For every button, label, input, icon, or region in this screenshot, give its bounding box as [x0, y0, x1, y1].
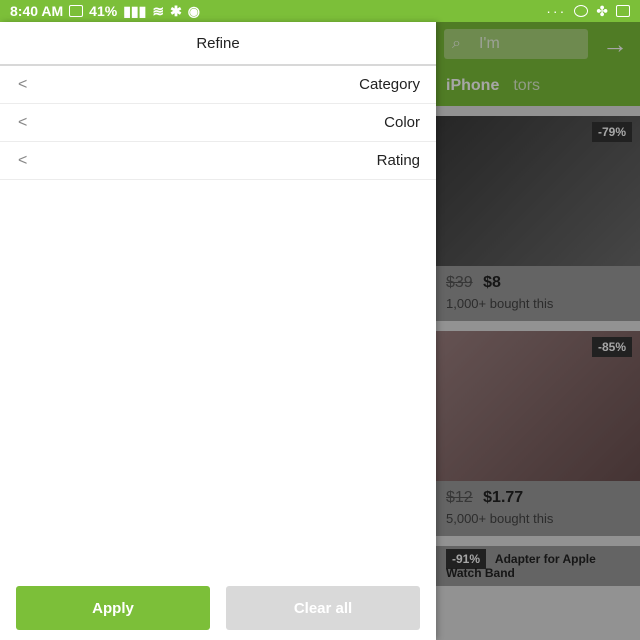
status-right: ··· ✤ — [546, 3, 630, 20]
status-left: 8:40 AM 41% ▮▮▮ ≋ ✱ ◉ — [10, 3, 200, 20]
sync-icon — [574, 5, 589, 17]
filter-row-label: Rating — [376, 152, 420, 169]
bluetooth-icon: ✱ — [170, 2, 182, 19]
apply-button[interactable]: Apply — [16, 586, 210, 630]
image-icon — [616, 5, 630, 17]
filter-row-rating[interactable]: < Rating — [0, 142, 436, 180]
background-app: ⌕ I'm → iPhone tors -79% $39 $8 1,000+ b… — [436, 22, 640, 640]
drawer-footer: Apply Clear all — [16, 586, 420, 630]
filter-row-color[interactable]: < Color — [0, 104, 436, 142]
filter-row-category[interactable]: < Category — [0, 66, 436, 104]
battery-label: 41% — [89, 3, 118, 19]
chevron-icon: < — [18, 75, 28, 93]
battery-icon — [69, 5, 84, 17]
filter-row-label: Category — [359, 76, 420, 93]
chevron-icon: < — [18, 151, 28, 169]
wifi-icon: ≋ — [152, 2, 165, 19]
chevron-icon: < — [18, 113, 28, 131]
status-bar: 8:40 AM 41% ▮▮▮ ≋ ✱ ◉ ··· ✤ — [0, 0, 640, 22]
drawer-title: Refine — [0, 22, 436, 66]
time-label: 8:40 AM — [10, 3, 64, 19]
location-icon: ◉ — [187, 2, 201, 19]
filter-row-label: Color — [384, 114, 420, 131]
fan-icon: ✤ — [596, 2, 608, 19]
more-notifications-icon: ··· — [546, 3, 567, 19]
refine-drawer: Refine < Category < Color < Rating Apply… — [0, 22, 436, 640]
dim-overlay[interactable] — [436, 22, 640, 640]
clear-all-button[interactable]: Clear all — [226, 586, 420, 630]
signal-icon: ▮▮▮ — [123, 2, 147, 19]
